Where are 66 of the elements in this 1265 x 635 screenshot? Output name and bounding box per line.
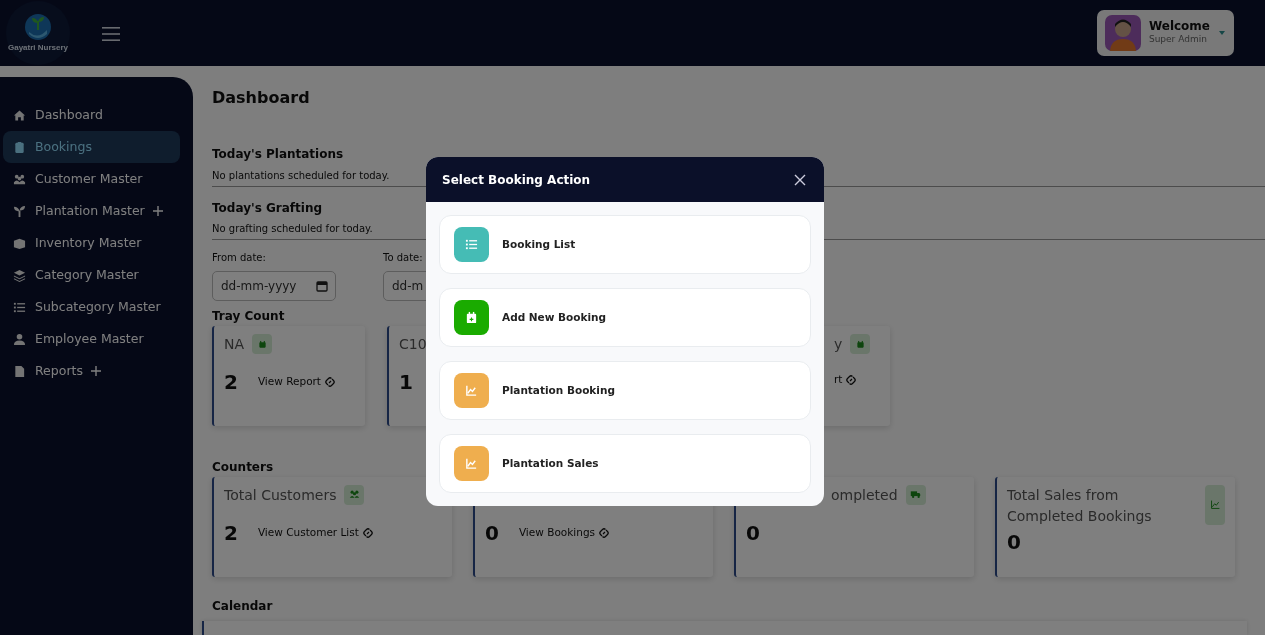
count-value: 0 bbox=[746, 522, 760, 543]
card-link[interactable]: View Report bbox=[257, 374, 336, 391]
count-value: 2 bbox=[224, 372, 238, 393]
count-value: 2 bbox=[224, 522, 238, 543]
section-title: Calendar bbox=[212, 598, 273, 614]
page-title: Dashboard bbox=[212, 88, 310, 108]
section-title: Tray Count bbox=[212, 308, 285, 324]
truck-icon bbox=[905, 484, 926, 505]
section-title: Today's Grafting bbox=[212, 200, 323, 215]
sidebar-item[interactable]: Customer Master bbox=[3, 163, 180, 195]
user-greeting: Welcome bbox=[1148, 19, 1210, 34]
card-title: Total Customers bbox=[224, 485, 337, 505]
calendar-icon bbox=[252, 334, 273, 355]
sidebar-item[interactable]: Employee Master bbox=[3, 323, 180, 355]
link-icon bbox=[361, 526, 374, 539]
sidebar-item[interactable]: Plantation Master bbox=[3, 195, 180, 227]
count-value: 0 bbox=[1007, 531, 1021, 552]
field-label: To date: bbox=[383, 250, 423, 265]
users-icon bbox=[344, 484, 365, 505]
card-title: y bbox=[834, 335, 843, 355]
sidebar-item[interactable]: Subcategory Master bbox=[3, 291, 180, 323]
modal-title: Select Booking Action bbox=[442, 171, 591, 189]
field-label: From date: bbox=[212, 250, 266, 265]
sidebar-item[interactable]: Inventory Master bbox=[3, 227, 180, 259]
sprout-icon bbox=[13, 204, 26, 218]
section-title: Counters bbox=[212, 460, 274, 475]
file-icon bbox=[13, 364, 26, 378]
count-value: 1 bbox=[399, 372, 413, 393]
box-icon bbox=[13, 236, 26, 250]
sidebar-item[interactable]: Dashboard bbox=[3, 99, 180, 131]
action-option[interactable]: Add New Booking bbox=[439, 288, 811, 347]
sidebar-item[interactable]: Bookings bbox=[3, 131, 180, 163]
action-option[interactable]: Plantation Sales bbox=[439, 434, 811, 493]
logo-icon bbox=[23, 12, 53, 42]
sidebar-item[interactable]: Category Master bbox=[3, 259, 180, 291]
action-option[interactable]: Booking List bbox=[439, 215, 811, 274]
chart-icon bbox=[1205, 484, 1225, 525]
layers-icon bbox=[13, 268, 26, 282]
card-title: C10 bbox=[399, 335, 427, 355]
link-icon bbox=[324, 376, 336, 389]
count-value: 0 bbox=[485, 522, 499, 543]
card-link[interactable]: rt bbox=[834, 372, 858, 389]
card-title: ompleted bbox=[831, 485, 898, 505]
link-icon bbox=[598, 526, 611, 539]
avatar-icon bbox=[1104, 15, 1141, 51]
user-icon bbox=[13, 332, 26, 346]
user-menu[interactable]: Welcome Super Admin bbox=[1096, 10, 1234, 56]
logo-text: Gayatri Nursery bbox=[8, 42, 68, 54]
calendar-icon bbox=[850, 334, 871, 355]
action-option[interactable]: Plantation Booking bbox=[439, 361, 811, 420]
section-title: Today's Plantations bbox=[212, 147, 344, 162]
list-icon bbox=[13, 300, 26, 314]
calendar-icon[interactable] bbox=[316, 279, 328, 292]
sidebar-item[interactable]: Reports bbox=[3, 355, 180, 387]
card-link[interactable]: View Customer List bbox=[257, 524, 374, 541]
card-link[interactable]: View Bookings bbox=[518, 524, 611, 541]
users-icon bbox=[13, 172, 26, 186]
clipboard-icon bbox=[13, 140, 26, 154]
home-icon bbox=[13, 108, 26, 122]
date-field[interactable]: dd-mm-yyyy bbox=[212, 270, 336, 301]
link-icon bbox=[845, 374, 858, 387]
card-title: NA bbox=[224, 335, 245, 355]
card-title: Total Sales from Completed Bookings bbox=[1007, 485, 1153, 526]
user-role: Super Admin bbox=[1148, 33, 1208, 47]
caret-icon bbox=[1218, 30, 1226, 36]
menu-icon[interactable] bbox=[102, 25, 120, 42]
